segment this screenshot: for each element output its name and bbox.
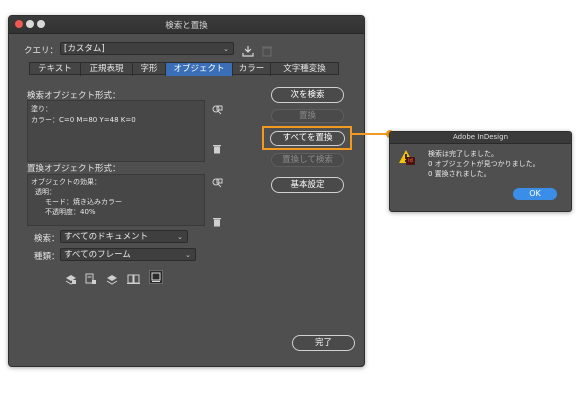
specify-find-format-icon[interactable] xyxy=(211,104,223,119)
change-all-button[interactable]: すべてを置換 xyxy=(270,131,345,146)
include-master-pages-icon[interactable] xyxy=(127,270,141,284)
search-scope-value: すべてのドキュメント xyxy=(64,232,149,242)
include-hidden-layers-icon[interactable] xyxy=(106,270,118,285)
search-scope-label: 検索： xyxy=(34,234,60,244)
connector-line xyxy=(352,133,390,135)
tab-text[interactable]: テキスト xyxy=(30,63,81,76)
find-next-button[interactable]: 次を検索 xyxy=(271,87,344,103)
change-button[interactable]: 置換 xyxy=(271,109,344,123)
type-label: 種類： xyxy=(34,252,60,262)
query-value: [カスタム] xyxy=(64,44,105,54)
include-footnotes-icon[interactable] xyxy=(149,269,163,284)
indesign-app-icon: Id xyxy=(406,157,415,165)
query-select[interactable]: [カスタム] ⌄ xyxy=(60,42,234,55)
more-options-button[interactable]: 基本設定 xyxy=(271,177,344,193)
change-format-line: モード：焼き込みカラー xyxy=(45,198,122,206)
tab-object[interactable]: オブジェクト xyxy=(166,63,233,76)
change-find-button[interactable]: 置換して検索 xyxy=(271,153,344,167)
search-scope-select[interactable]: すべてのドキュメント ⌄ xyxy=(60,230,188,243)
include-locked-stories-icon[interactable] xyxy=(85,270,97,284)
change-format-line: オブジェクトの効果： xyxy=(31,178,101,186)
alert-title: Adobe InDesign xyxy=(390,132,571,144)
alert-message: 0 オブジェクトが見つかりました。 xyxy=(428,160,540,168)
type-value: すべてのフレーム xyxy=(64,250,131,260)
alert-message: 0 置換されました。 xyxy=(428,170,491,178)
tab-bar: テキスト 正規表現 字形 オブジェクト カラー 文字種変換 xyxy=(29,62,339,76)
tab-color[interactable]: カラー xyxy=(233,63,271,76)
alert-message: 検索は完了しました。 xyxy=(428,150,498,158)
include-locked-layers-icon[interactable] xyxy=(65,270,77,285)
chevron-down-icon: ⌄ xyxy=(177,233,183,241)
query-label: クエリ： xyxy=(24,46,59,56)
change-format-line: 不透明度：40% xyxy=(45,208,96,216)
tab-grep[interactable]: 正規表現 xyxy=(81,63,133,76)
specify-change-format-icon[interactable] xyxy=(211,177,223,192)
dialog-title: 検索と置換 xyxy=(165,21,208,31)
tab-glyph[interactable]: 字形 xyxy=(133,63,166,76)
find-change-dialog: 検索と置換 クエリ： [カスタム] ⌄ テキスト 正規表現 字形 オブジェクト … xyxy=(8,15,365,367)
type-select[interactable]: すべてのフレーム ⌄ xyxy=(60,248,196,261)
delete-query-icon[interactable] xyxy=(262,42,272,57)
find-format-line: 塗り： xyxy=(31,105,52,113)
chevron-down-icon: ⌄ xyxy=(223,45,229,53)
chevron-down-icon: ⌄ xyxy=(185,251,191,259)
change-object-format-label: 置換オブジェクト形式： xyxy=(27,164,121,174)
change-format-line: 透明： xyxy=(35,188,56,196)
save-query-icon[interactable] xyxy=(242,42,254,57)
title-bar[interactable]: 検索と置換 xyxy=(9,16,364,34)
clear-find-format-icon[interactable] xyxy=(213,139,221,154)
clear-change-format-icon[interactable] xyxy=(213,212,221,227)
tab-transliterate[interactable]: 文字種変換 xyxy=(271,63,338,76)
find-format-line: カラー：C=0 M=80 Y=48 K=0 xyxy=(31,116,136,124)
completion-alert: Adobe InDesign Id 検索は完了しました。 0 オブジェクトが見つ… xyxy=(389,131,572,212)
change-format-box: オブジェクトの効果： 透明： モード：焼き込みカラー 不透明度：40% xyxy=(27,174,205,226)
find-format-box: 塗り： カラー：C=0 M=80 Y=48 K=0 xyxy=(27,100,205,162)
done-button[interactable]: 完了 xyxy=(292,335,355,351)
ok-button[interactable]: OK xyxy=(513,188,557,200)
